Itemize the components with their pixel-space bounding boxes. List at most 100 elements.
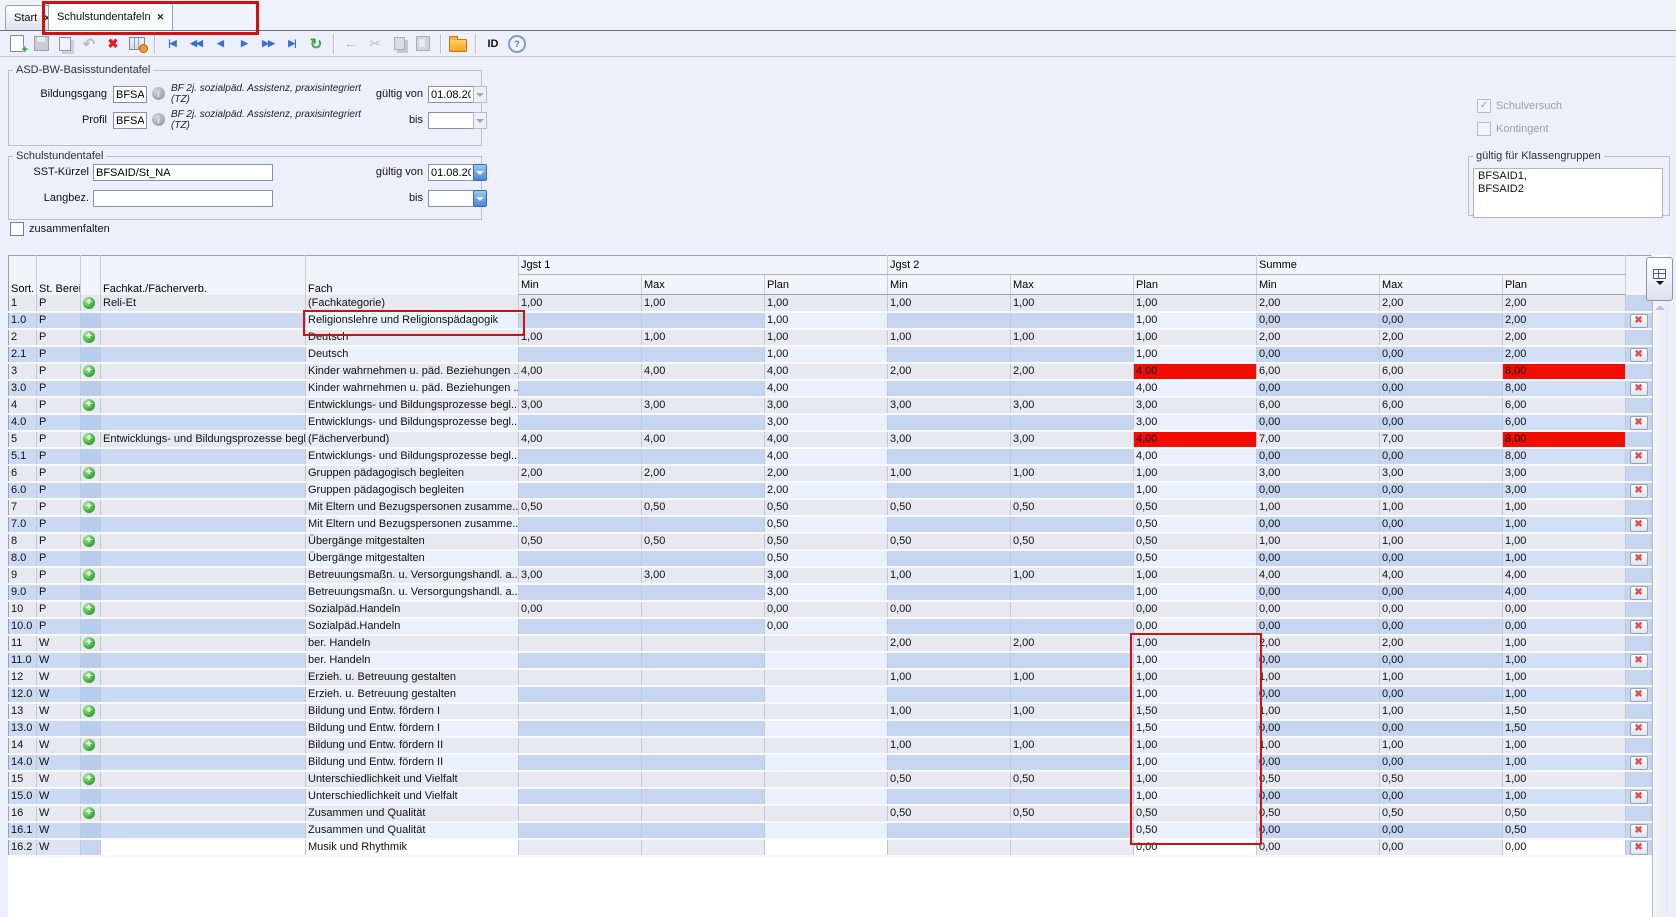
- cell-jgst2-min[interactable]: 1,00: [888, 329, 1011, 346]
- cell-summe-plan[interactable]: 1,00: [1503, 652, 1626, 669]
- cell-summe-min[interactable]: 0,50: [1257, 805, 1380, 822]
- cell-jgst2-plan[interactable]: 4,00: [1134, 448, 1257, 465]
- cell-summe-max[interactable]: 1,00: [1380, 499, 1503, 516]
- cell-fach[interactable]: Gruppen pädagogisch begleiten: [306, 465, 519, 482]
- add-row-icon[interactable]: +: [83, 535, 95, 547]
- cell-summe-max[interactable]: 0,00: [1380, 516, 1503, 533]
- cell-jgst1-max[interactable]: 0,50: [642, 533, 765, 550]
- cell-summe-plan[interactable]: 1,00: [1503, 533, 1626, 550]
- cell-jgst2-min[interactable]: [888, 346, 1011, 363]
- cell-fach[interactable]: Gruppen pädagogisch begleiten: [306, 482, 519, 499]
- cell-jgst2-max[interactable]: [1011, 584, 1134, 601]
- cell-jgst1-max[interactable]: [642, 822, 765, 839]
- open-folder-button[interactable]: [447, 33, 469, 55]
- cell-summe-min[interactable]: 7,00: [1257, 431, 1380, 448]
- cell-summe-max[interactable]: 0,50: [1380, 771, 1503, 788]
- cell-jgst2-min[interactable]: [888, 414, 1011, 431]
- cell-jgst1-plan[interactable]: 4,00: [765, 380, 888, 397]
- cell-jgst1-min[interactable]: [519, 839, 642, 856]
- cell-jgst1-plan[interactable]: [765, 720, 888, 737]
- cell-summe-min[interactable]: 6,00: [1257, 397, 1380, 414]
- cell-summe-plan[interactable]: 1,00: [1503, 516, 1626, 533]
- cell-summe-min[interactable]: 0,00: [1257, 839, 1380, 856]
- cell-jgst2-plan[interactable]: 0,00: [1134, 839, 1257, 856]
- cell-jgst2-max[interactable]: 0,50: [1011, 771, 1134, 788]
- cell-jgst1-min[interactable]: [519, 652, 642, 669]
- cell-summe-max[interactable]: 1,00: [1380, 533, 1503, 550]
- add-row-icon[interactable]: +: [83, 705, 95, 717]
- cell-jgst2-min[interactable]: 1,00: [888, 295, 1011, 312]
- cell-jgst2-min[interactable]: [888, 720, 1011, 737]
- cell-summe-plan[interactable]: 8,00: [1503, 431, 1626, 448]
- previous-record-button[interactable]: ◀: [209, 33, 231, 55]
- table-row[interactable]: 6.0PGruppen pädagogisch begleiten2,001,0…: [9, 482, 1652, 499]
- cell-jgst2-max[interactable]: [1011, 346, 1134, 363]
- cell-jgst2-plan[interactable]: 0,00: [1134, 618, 1257, 635]
- cell-summe-max[interactable]: 0,00: [1380, 414, 1503, 431]
- table-row[interactable]: 7.0PMit Eltern und Bezugspersonen zusamm…: [9, 516, 1652, 533]
- cell-summe-min[interactable]: 6,00: [1257, 363, 1380, 380]
- cell-summe-min[interactable]: 0,00: [1257, 601, 1380, 618]
- table-row[interactable]: 1.0PReligionslehre und Religionspädagogi…: [9, 312, 1652, 329]
- cell-jgst1-max[interactable]: [642, 516, 765, 533]
- cell-jgst1-plan[interactable]: [765, 703, 888, 720]
- table-row[interactable]: 1P+Reli-Et(Fachkategorie)1,001,001,001,0…: [9, 295, 1652, 312]
- cell-jgst1-plan[interactable]: 3,00: [765, 414, 888, 431]
- cell-jgst1-min[interactable]: [519, 618, 642, 635]
- cell-jgst1-min[interactable]: [519, 346, 642, 363]
- cell-summe-min[interactable]: 1,00: [1257, 669, 1380, 686]
- profil-field[interactable]: [113, 112, 147, 129]
- cell-jgst1-min[interactable]: [519, 584, 642, 601]
- cell-jgst1-min[interactable]: 0,50: [519, 499, 642, 516]
- cell-jgst1-min[interactable]: [519, 686, 642, 703]
- cell-jgst2-min[interactable]: [888, 839, 1011, 856]
- cell-jgst1-plan[interactable]: 1,00: [765, 329, 888, 346]
- cell-fach[interactable]: Sozialpäd.Handeln: [306, 618, 519, 635]
- cell-jgst1-plan[interactable]: [765, 788, 888, 805]
- cell-jgst2-max[interactable]: [1011, 822, 1134, 839]
- langbez-field[interactable]: [93, 190, 273, 207]
- cell-summe-plan[interactable]: 3,00: [1503, 465, 1626, 482]
- cell-jgst2-max[interactable]: 2,00: [1011, 635, 1134, 652]
- cell-summe-min[interactable]: 0,00: [1257, 414, 1380, 431]
- cell-jgst1-plan[interactable]: 4,00: [765, 363, 888, 380]
- cell-jgst2-max[interactable]: [1011, 720, 1134, 737]
- cell-jgst1-plan[interactable]: 3,00: [765, 567, 888, 584]
- save-button[interactable]: [30, 33, 52, 55]
- delete-row-button[interactable]: ✖: [1630, 654, 1648, 668]
- add-row-icon[interactable]: +: [83, 569, 95, 581]
- cell-summe-plan[interactable]: 8,00: [1503, 448, 1626, 465]
- table-row[interactable]: 2P+Deutsch1,001,001,001,001,001,002,002,…: [9, 329, 1652, 346]
- cell-jgst2-max[interactable]: [1011, 601, 1134, 618]
- cell-jgst2-min[interactable]: 0,50: [888, 533, 1011, 550]
- cell-fach[interactable]: ber. Handeln: [306, 635, 519, 652]
- cell-summe-max[interactable]: 0,00: [1380, 448, 1503, 465]
- cell-jgst2-plan[interactable]: 0,50: [1134, 499, 1257, 516]
- cell-jgst2-max[interactable]: 3,00: [1011, 397, 1134, 414]
- cell-summe-min[interactable]: 0,00: [1257, 482, 1380, 499]
- cell-jgst2-max[interactable]: [1011, 550, 1134, 567]
- table-row[interactable]: 15W+Unterschiedlichkeit und Vielfalt0,50…: [9, 771, 1652, 788]
- cell-summe-plan[interactable]: 4,00: [1503, 567, 1626, 584]
- cell-summe-max[interactable]: 0,00: [1380, 601, 1503, 618]
- cell-jgst1-min[interactable]: [519, 414, 642, 431]
- delete-row-button[interactable]: ✖: [1630, 841, 1648, 855]
- cell-summe-min[interactable]: 0,00: [1257, 788, 1380, 805]
- delete-row-button[interactable]: ✖: [1630, 722, 1648, 736]
- add-row-icon[interactable]: +: [83, 603, 95, 615]
- cell-jgst1-max[interactable]: [642, 448, 765, 465]
- cell-fach[interactable]: Bildung und Entw. fördern I: [306, 703, 519, 720]
- cell-jgst1-plan[interactable]: [765, 805, 888, 822]
- cell-summe-max[interactable]: 2,00: [1380, 635, 1503, 652]
- sst-bis-field[interactable]: [428, 190, 474, 207]
- tab-close-icon[interactable]: ✕: [157, 12, 165, 23]
- scroll-up-icon[interactable]: [1655, 300, 1665, 310]
- table-row[interactable]: 4P+Entwicklungs- und Bildungsprozesse be…: [9, 397, 1652, 414]
- cell-fach[interactable]: Sozialpäd.Handeln: [306, 601, 519, 618]
- cell-summe-max[interactable]: 0,00: [1380, 754, 1503, 771]
- cell-summe-plan[interactable]: 1,00: [1503, 686, 1626, 703]
- cell-jgst1-plan[interactable]: [765, 635, 888, 652]
- cell-jgst2-max[interactable]: [1011, 380, 1134, 397]
- table-row[interactable]: 9.0PBetreuungsmaßn. u. Versorgungshandl.…: [9, 584, 1652, 601]
- cell-jgst1-min[interactable]: [519, 805, 642, 822]
